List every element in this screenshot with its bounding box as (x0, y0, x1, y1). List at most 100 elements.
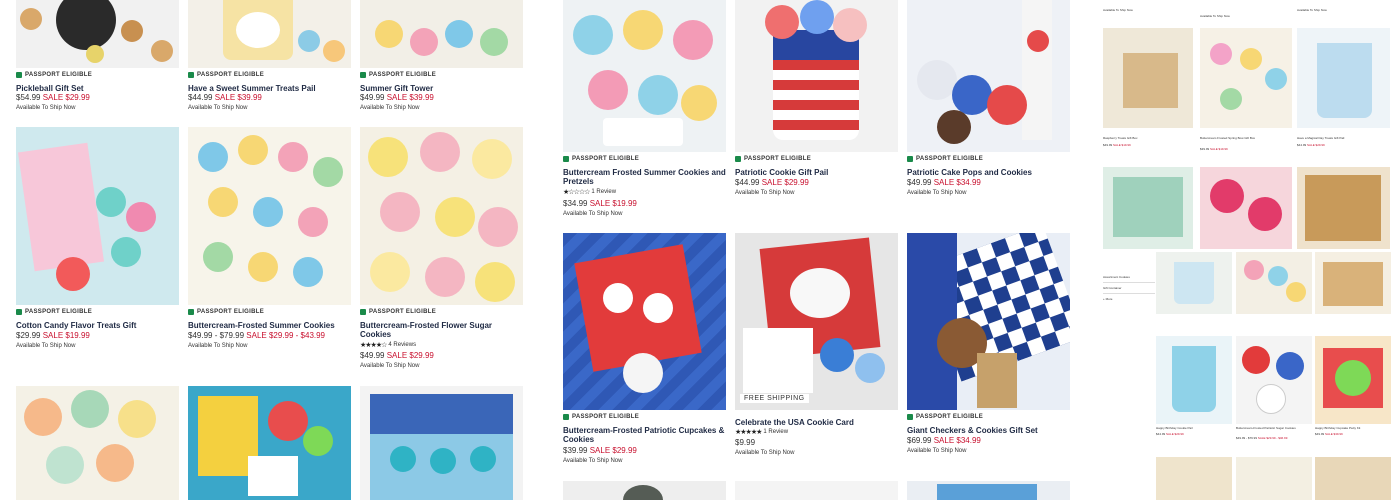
star-rating-icon: ★☆☆☆☆ (563, 189, 590, 196)
star-rating-icon: ★★★★★ (735, 429, 762, 436)
product-title[interactable]: Pickleball Gift Set (16, 84, 176, 93)
product-price: $54.99 SALE $29.99 (16, 93, 90, 102)
product-price: $49.99 SALE $39.99 (360, 93, 434, 102)
product-image-sweet-summer-pail[interactable] (188, 0, 351, 68)
mini-product-price: $44.99 SALE $29.99 (1297, 143, 1325, 147)
mini-product-title[interactable]: Raspberry Treats Gift Box (1103, 136, 1193, 140)
star-rating-icon: ★★★★☆ (360, 342, 387, 349)
mini-banner-image[interactable] (1297, 167, 1390, 249)
mini-product-image[interactable] (1156, 457, 1232, 500)
mini-product-price: $49.99 SALE $39.99 (1315, 432, 1343, 436)
passport-icon (16, 309, 22, 315)
product-title[interactable]: Giant Checkers & Cookies Gift Set (907, 426, 1070, 435)
product-price: $29.99 SALE $19.99 (16, 331, 90, 340)
passport-badge: PASSPORT ELIGIBLE (907, 156, 983, 162)
mini-product-image[interactable] (1236, 252, 1312, 314)
mini-caption: Available To Ship Now (1297, 8, 1327, 12)
product-image-pickleball[interactable] (16, 0, 179, 68)
filter-item[interactable]: Gift Container (1103, 283, 1155, 294)
ship-status: Available To Ship Now (563, 211, 623, 217)
product-price: $49.99 - $79.99 SALE $29.99 - $43.99 (188, 331, 326, 340)
mini-panel: Available To Ship Now Available To Ship … (1100, 0, 1400, 500)
product-price: $44.99 SALE $39.99 (188, 93, 262, 102)
product-price: $49.99 SALE $34.99 (907, 178, 981, 187)
ship-status: Available To Ship Now (16, 105, 76, 111)
review-summary[interactable]: ★★★★★ 1 Review (735, 428, 788, 436)
product-image-cake-pops[interactable] (907, 0, 1070, 152)
mini-product-title[interactable]: Have a Magical Day Treats Gift Pail (1297, 136, 1390, 140)
product-price: $9.99 (735, 438, 756, 447)
passport-badge: PASSPORT ELIGIBLE (735, 156, 811, 162)
review-summary[interactable]: ★☆☆☆☆ 1 Review (563, 188, 616, 196)
passport-icon (563, 156, 569, 162)
product-image-next-row[interactable] (735, 481, 898, 500)
mini-caption: Available To Ship Now (1103, 8, 1133, 12)
mini-caption: Available To Ship Now (1200, 14, 1230, 18)
mini-product-image[interactable] (1200, 28, 1292, 128)
product-title[interactable]: Buttercream-Frosted Patriotic Cupcakes &… (563, 426, 728, 444)
mini-product-title[interactable]: Buttercream-Frosted Patriotic Sugar Cook… (1236, 426, 1312, 430)
passport-icon (735, 156, 741, 162)
mini-product-image[interactable] (1315, 457, 1391, 500)
ship-status: Available To Ship Now (188, 343, 248, 349)
mini-product-title[interactable]: Happy Birthday Cookie Pail (1156, 426, 1232, 430)
product-image-summer-cookies-pretzels[interactable] (563, 0, 726, 152)
product-image-next-row[interactable] (907, 481, 1070, 500)
mini-product-image[interactable] (1156, 336, 1232, 424)
free-shipping-badge: FREE SHIPPING (740, 394, 809, 403)
mini-product-price: $49.99 SALE $19.99 (1103, 143, 1131, 147)
mini-product-title[interactable]: Happy Birthday Cupcake Party Kit (1315, 426, 1391, 430)
passport-badge: PASSPORT ELIGIBLE (16, 72, 92, 78)
product-image-cotton-candy[interactable] (16, 127, 179, 305)
filter-item[interactable]: Assortment Cookies (1103, 272, 1155, 283)
product-title[interactable]: Buttercream-Frosted Flower Sugar Cookies (360, 321, 510, 339)
filter-item[interactable]: + More (1103, 294, 1155, 304)
product-image-happy-birthday-box[interactable] (360, 386, 523, 500)
product-title[interactable]: Cotton Candy Flavor Treats Gift (16, 321, 179, 330)
mini-banner-image[interactable] (1103, 167, 1193, 249)
mini-product-image[interactable] (1236, 336, 1312, 424)
mini-product-price: $39.99 SALE $19.99 (1200, 147, 1228, 151)
product-title[interactable]: Celebrate the USA Cookie Card (735, 418, 898, 427)
product-image-patriotic-pail[interactable] (735, 0, 898, 152)
mini-product-image[interactable] (1236, 457, 1312, 500)
mini-product-image[interactable] (1297, 28, 1390, 128)
product-price: $34.99 SALE $19.99 (563, 199, 637, 208)
product-image-flower-cookies[interactable] (360, 127, 523, 305)
mini-banner-image[interactable] (1200, 167, 1292, 249)
product-price: $44.99 SALE $29.99 (735, 178, 809, 187)
passport-badge: PASSPORT ELIGIBLE (16, 309, 92, 315)
mini-product-image[interactable] (1315, 336, 1391, 424)
product-image-patriotic-cupcakes[interactable] (563, 233, 726, 410)
product-price: $39.99 SALE $29.99 (563, 446, 637, 455)
passport-icon (563, 414, 569, 420)
product-title[interactable]: Patriotic Cookie Gift Pail (735, 168, 898, 177)
mini-product-image[interactable] (1103, 28, 1193, 128)
passport-icon (188, 72, 194, 78)
product-title[interactable]: Patriotic Cake Pops and Cookies (907, 168, 1070, 177)
passport-badge: PASSPORT ELIGIBLE (907, 414, 983, 420)
product-image-summer-cookies[interactable] (188, 127, 351, 305)
product-image-next-row[interactable] (563, 481, 726, 500)
product-title[interactable]: Buttercream Frosted Summer Cookies and P… (563, 168, 726, 186)
mini-product-image[interactable] (1156, 252, 1232, 314)
passport-icon (360, 72, 366, 78)
product-image-pastel-cookies[interactable] (16, 386, 179, 500)
mini-product-image[interactable] (1315, 252, 1391, 314)
product-title[interactable]: Summer Gift Tower (360, 84, 523, 93)
ship-status: Available To Ship Now (360, 105, 420, 111)
review-summary[interactable]: ★★★★☆ 4 Reviews (360, 341, 416, 349)
mini-product-title[interactable]: Buttercream Frosted Spring Bow Gift Box (1200, 136, 1292, 140)
passport-icon (360, 309, 366, 315)
product-title[interactable]: Buttercream-Frosted Summer Cookies (188, 321, 351, 330)
product-title[interactable]: Have a Sweet Summer Treats Pail (188, 84, 351, 93)
product-image-usa-cookie-card[interactable] (735, 233, 898, 410)
passport-badge: PASSPORT ELIGIBLE (188, 309, 264, 315)
mini-product-price: $44.99 SALE $29.99 (1156, 432, 1184, 436)
product-image-birthday-kit[interactable] (188, 386, 351, 500)
product-image-summer-tower[interactable] (360, 0, 523, 68)
ship-status: Available To Ship Now (563, 458, 623, 464)
product-image-giant-checkers[interactable] (907, 233, 1070, 410)
passport-badge: PASSPORT ELIGIBLE (360, 309, 436, 315)
passport-icon (188, 309, 194, 315)
